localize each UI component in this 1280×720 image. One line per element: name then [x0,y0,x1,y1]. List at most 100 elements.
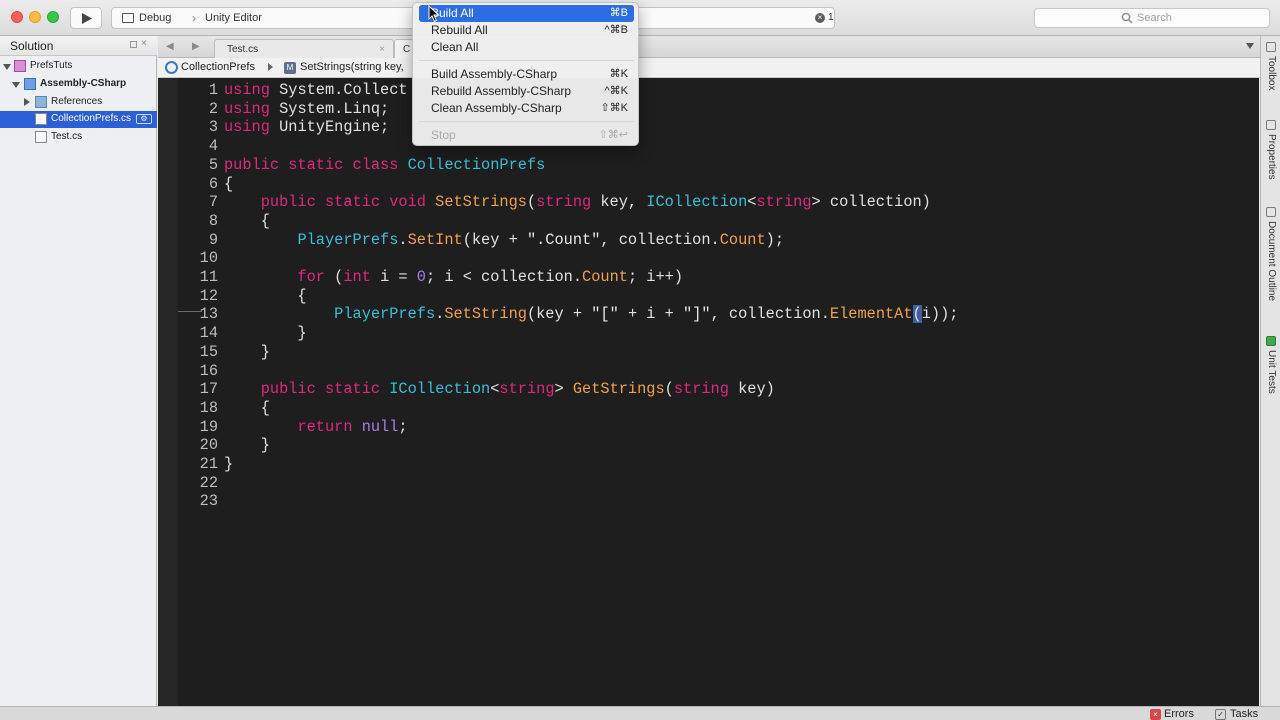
code-line[interactable]: 17 public static ICollection<string> Get… [158,380,1258,399]
menu-item-build-all[interactable]: Build All ⌘B [419,5,634,22]
dock-item-label: Properties [1266,134,1277,180]
tab-test-cs[interactable]: Test.cs × [214,39,394,58]
code-line[interactable]: 13 PlayerPrefs.SetString(key + "[" + i +… [158,305,1258,324]
code-text[interactable]: } [224,436,270,455]
code-line[interactable]: 6{ [158,175,1258,194]
code-line[interactable]: 22 [158,474,1258,493]
code-text[interactable]: using System.Linq; [224,100,389,119]
code-line[interactable]: 3 using UnityEngine; [158,118,1258,137]
code-line[interactable]: 18 { [158,399,1258,418]
document-tab-bar: ◀ ▶ Test.cs × C [158,36,1260,58]
code-line[interactable]: 15 } [158,343,1258,362]
code-text[interactable]: { [224,399,270,418]
code-text[interactable]: using System.Collect [224,81,408,100]
search-input[interactable]: Search [1034,8,1270,28]
chevron-right-icon[interactable] [24,98,30,106]
code-text[interactable]: { [224,212,270,231]
right-dock: Toolbox Properties Document Outline Unit Te… [1260,36,1280,706]
code-text[interactable]: PlayerPrefs.SetString(key + "[" + i + "]… [224,305,958,324]
tab-collectionprefs-cs[interactable]: C [394,39,414,58]
code-line[interactable]: 20 } [158,436,1258,455]
file-icon [35,131,47,143]
code-text[interactable]: } [224,324,306,343]
menu-item-label: Clean Assembly-CSharp [431,101,562,115]
window-icon [122,13,134,23]
chevron-down-icon[interactable] [1246,43,1254,49]
code-line[interactable]: 16 [158,362,1258,381]
pin-icon[interactable] [130,41,137,48]
menu-item-clean-all[interactable]: Clean All [419,39,634,56]
gear-icon[interactable]: ⚙ [136,114,152,124]
window-minimize-button[interactable] [29,11,41,23]
error-count[interactable]: 1 [828,12,834,23]
breadcrumb-class[interactable]: CollectionPrefs [181,61,255,73]
menu-item-shortcut: ⌘K [609,68,628,80]
menu-item-shortcut: ⇧⌘↩ [598,129,628,141]
breadcrumb-method[interactable]: SetStrings(string key, [300,61,404,73]
line-number: 5 [208,155,218,174]
window-close-button[interactable] [11,11,23,23]
code-line[interactable]: 10 [158,249,1258,268]
forward-arrow-icon[interactable]: ▶ [192,41,200,52]
tree-item-label: Assembly-CSharp [40,78,127,89]
code-text[interactable]: { [224,175,233,194]
line-number: 22 [199,473,218,492]
properties-icon [1266,120,1276,130]
window-zoom-button[interactable] [47,11,59,23]
line-number: 18 [199,398,218,417]
tree-item-label: References [51,96,103,107]
tree-item-solution[interactable]: PrefsTuts [0,58,157,75]
line-number: 12 [199,286,218,305]
tree-item-references[interactable]: References [0,94,157,111]
play-icon [82,13,92,24]
code-line[interactable]: 11 for (int i = 0; i < collection.Count;… [158,268,1258,287]
code-line[interactable]: 4 [158,137,1258,156]
chevron-down-icon[interactable] [3,64,11,70]
line-number: 8 [208,211,218,230]
code-line[interactable]: 8 { [158,212,1258,231]
line-number: 16 [199,361,218,380]
menu-item-rebuild-all[interactable]: Rebuild All ^⌘B [419,22,634,39]
code-text[interactable]: using UnityEngine; [224,118,389,137]
code-line[interactable]: 23 [158,492,1258,511]
code-line[interactable]: 19 return null; [158,418,1258,437]
run-target-label[interactable]: Unity Editor [205,12,262,24]
code-line[interactable]: 7 public static void SetStrings(string k… [158,193,1258,212]
errors-icon: × [1150,709,1161,720]
close-icon[interactable]: × [379,44,385,55]
close-icon[interactable]: × [141,38,147,49]
tree-item-project[interactable]: Assembly-CSharp [0,76,157,93]
code-text[interactable]: } [224,343,270,362]
dock-item-label: Unit Tests [1266,350,1277,394]
code-text[interactable]: public static void SetStrings(string key… [224,193,931,212]
tasks-pad-button[interactable]: Tasks [1230,708,1258,720]
code-text[interactable]: public static ICollection<string> GetStr… [224,380,775,399]
back-arrow-icon[interactable]: ◀ [166,41,174,52]
line-number: 20 [199,436,218,455]
code-text[interactable]: for (int i = 0; i < collection.Count; i+… [224,268,683,287]
code-line[interactable]: 14 } [158,324,1258,343]
configuration-label[interactable]: Debug [139,12,171,24]
tree-item-collectionprefs[interactable]: CollectionPrefs.cs ⚙ [0,111,157,128]
code-line[interactable]: 9 PlayerPrefs.SetInt(key + ".Count", col… [158,231,1258,250]
menu-item-rebuild-assembly-csharp[interactable]: Rebuild Assembly-CSharp ^⌘K [419,83,634,100]
menu-item-build-assembly-csharp[interactable]: Build Assembly-CSharp ⌘K [419,66,634,83]
run-button[interactable] [70,7,102,29]
errors-pad-button[interactable]: Errors [1164,708,1194,720]
menu-item-clean-assembly-csharp[interactable]: Clean Assembly-CSharp ⇧⌘K [419,100,634,117]
code-line[interactable]: 1 using System.Collect [158,81,1258,100]
code-text[interactable]: public static class CollectionPrefs [224,156,545,175]
code-editor[interactable]: 1 using System.Collect 2 using System.Linq;… [158,78,1259,706]
code-text[interactable]: PlayerPrefs.SetInt(key + ".Count", colle… [224,231,784,250]
code-text[interactable]: { [224,287,306,306]
code-line[interactable]: 5 public static class CollectionPrefs [158,156,1258,175]
chevron-down-icon[interactable] [12,82,20,88]
code-line[interactable]: 12 { [158,287,1258,306]
code-text[interactable]: } [224,455,233,474]
line-number: 19 [199,417,218,436]
dock-item-label: Document Outline [1266,221,1277,302]
code-line[interactable]: 2 using System.Linq; [158,100,1258,119]
tree-item-test[interactable]: Test.cs [0,129,157,146]
code-line[interactable]: 21} [158,455,1258,474]
code-text[interactable]: return null; [224,418,407,437]
